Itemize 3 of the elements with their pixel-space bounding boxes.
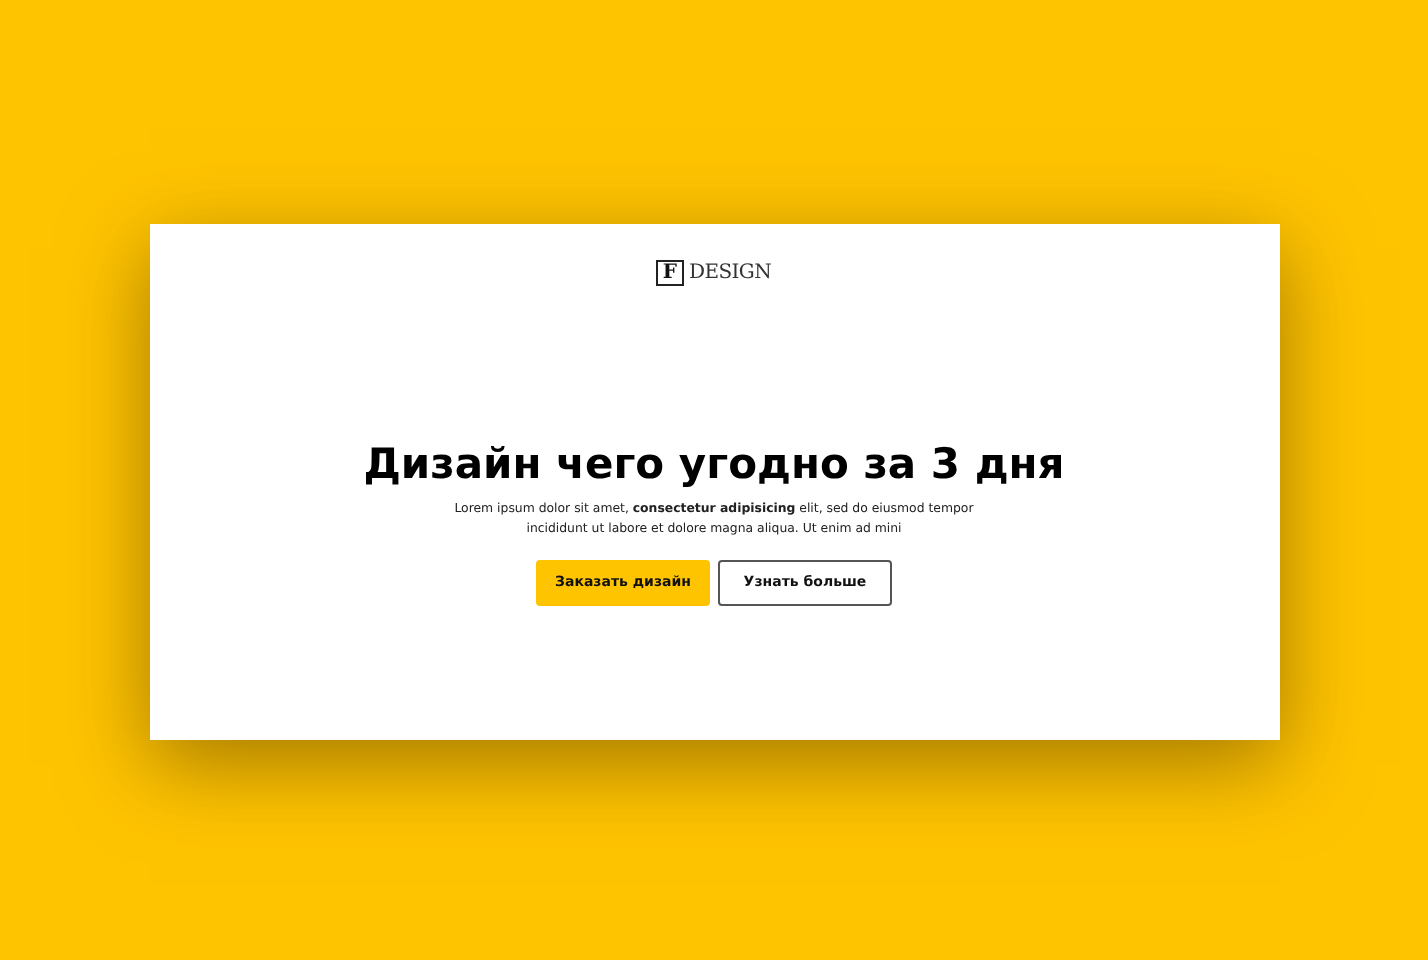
logo-mark: F <box>656 259 684 285</box>
hero-title: Дизайн чего угодно за 3 дня <box>363 437 1065 489</box>
logo-name: DESIGN <box>689 261 772 283</box>
